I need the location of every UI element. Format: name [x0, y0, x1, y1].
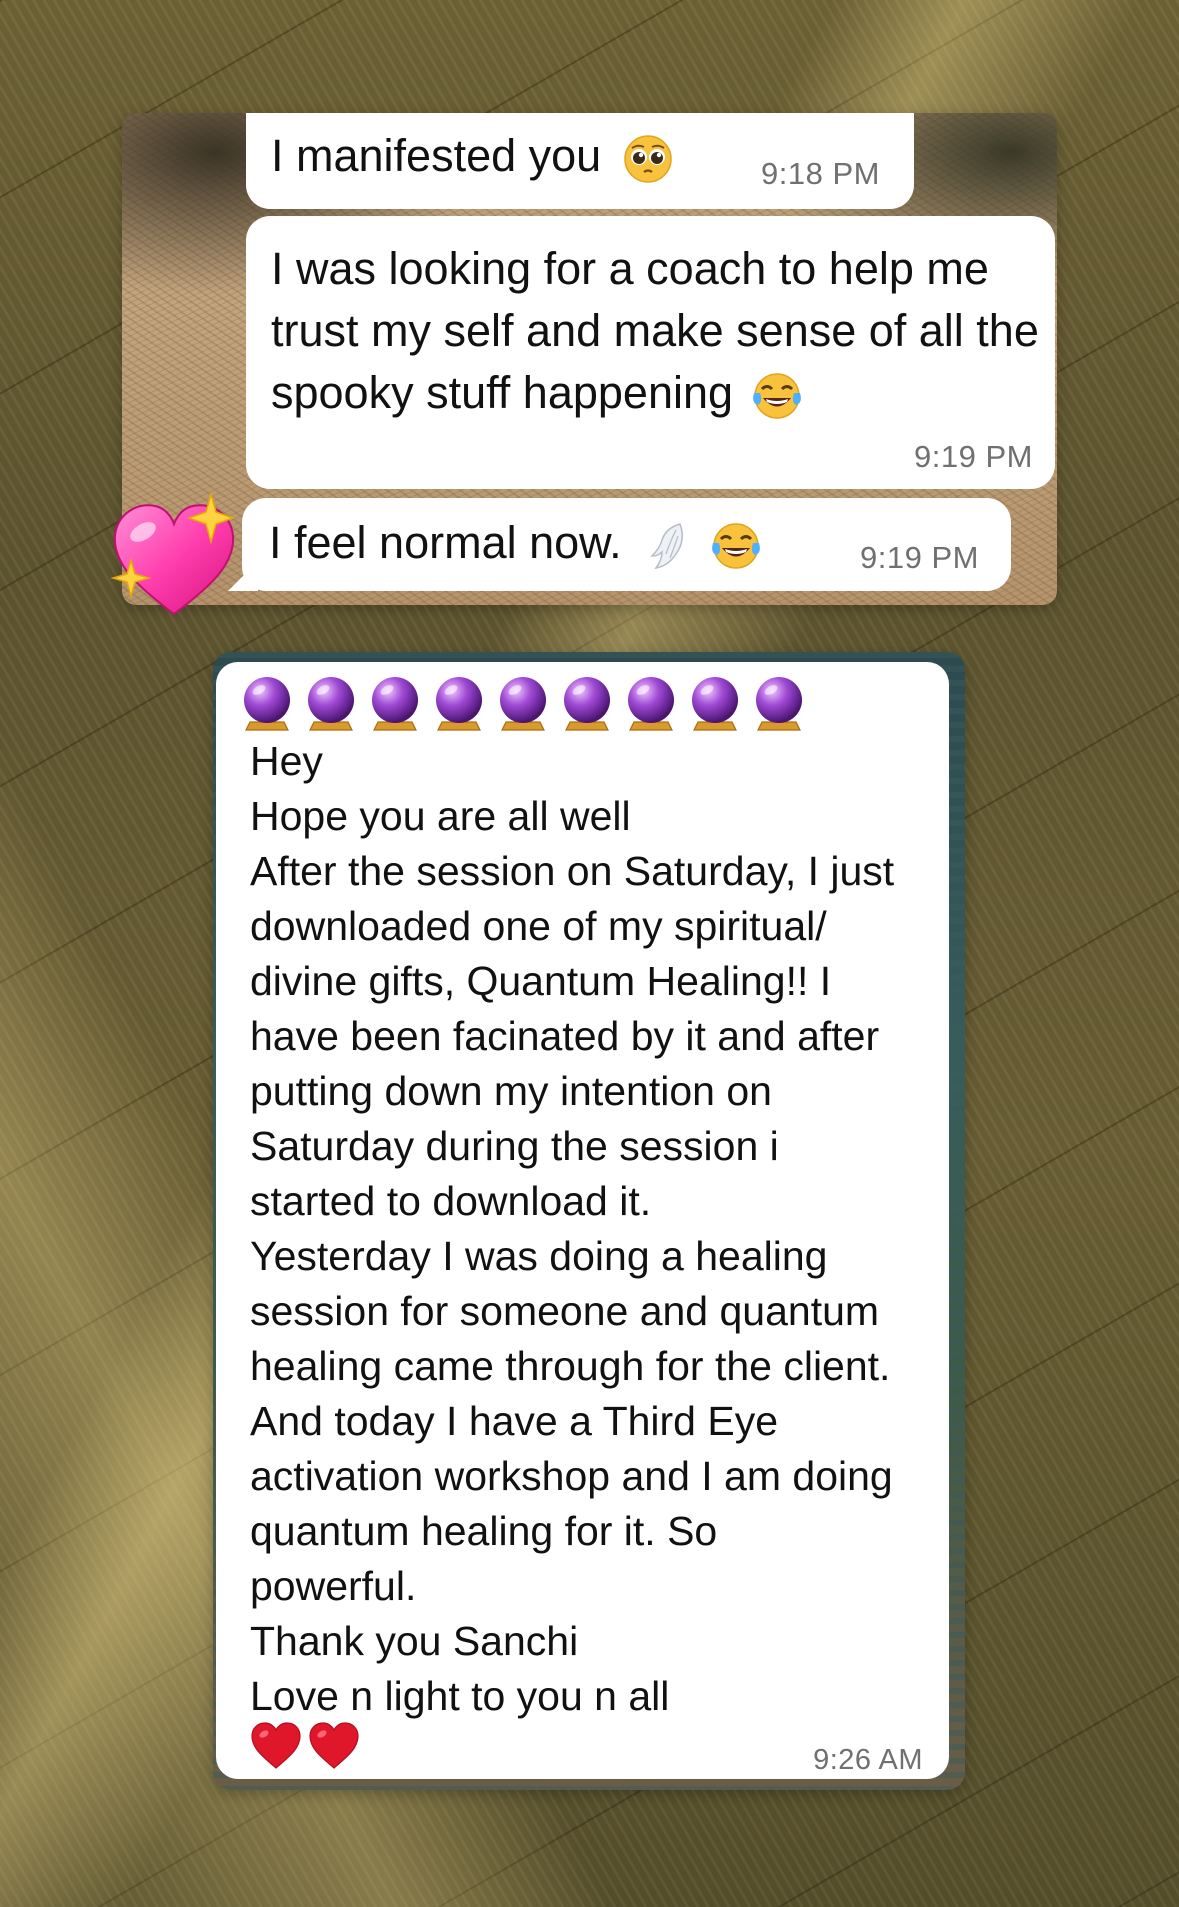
red-heart-icon — [250, 1722, 302, 1775]
message-line: Thank you Sanchi — [250, 1618, 579, 1664]
message-bubble-testimonial[interactable]: Hey Hope you are all well After the sessio… — [216, 662, 949, 1779]
wing-icon — [648, 520, 688, 572]
crystal-ball-icon — [620, 672, 682, 734]
message-bubble-manifested[interactable]: I manifested you 9:18 PM — [246, 113, 914, 209]
message-line: have been facinated by it and after — [250, 1013, 880, 1059]
crystal-ball-icon — [748, 672, 810, 734]
message-line: Hope you are all well — [250, 793, 631, 839]
message-timestamp: 9:18 PM — [761, 156, 880, 191]
message-body: Hey Hope you are all well After the sessio… — [250, 734, 930, 1724]
message-timestamp: 9:19 PM — [914, 439, 1033, 474]
message-text-row: I feel normal now. — [269, 518, 763, 573]
message-line: started to download it. — [250, 1178, 652, 1224]
message-text-row: I was looking for a coach to help me tru… — [271, 238, 1041, 424]
message-text: I was looking for a coach to help me tru… — [271, 243, 1039, 418]
red-heart-icon — [308, 1722, 360, 1775]
message-line: And today I have a Third Eye — [250, 1398, 779, 1444]
message-line: putting down my intention on — [250, 1068, 772, 1114]
tears-of-joy-icon — [709, 519, 763, 573]
message-timestamp: 9:19 PM — [860, 540, 979, 575]
message-bubble-coach[interactable]: I was looking for a coach to help me tru… — [246, 216, 1055, 489]
sparkling-heart-icon — [107, 491, 241, 626]
heart-emoji-row — [250, 1722, 360, 1775]
message-bubble-normal[interactable]: I feel normal now. 9:19 PM — [228, 498, 1011, 591]
tears-of-joy-icon — [750, 369, 804, 423]
crystal-ball-icon — [364, 672, 426, 734]
message-timestamp: 9:26 AM — [813, 1744, 923, 1776]
message-text: I manifested you — [271, 130, 602, 181]
message-text: I feel normal now. — [269, 517, 622, 568]
message-text-row: I manifested you — [271, 131, 674, 185]
bottom-chat-screenshot: Hey Hope you are all well After the sessio… — [213, 652, 965, 1790]
message-line: powerful. — [250, 1563, 417, 1609]
crystal-ball-icon — [492, 672, 554, 734]
crystal-ball-icon — [428, 672, 490, 734]
message-line: Yesterday I was doing a healing — [250, 1233, 828, 1279]
message-line: Saturday during the session i — [250, 1123, 779, 1169]
message-line: quantum healing for it. So — [250, 1508, 718, 1554]
top-chat-screenshot: I manifested you 9:18 PM I was looking f… — [122, 113, 1057, 605]
sender-row — [236, 672, 936, 734]
crystal-ball-icon — [556, 672, 618, 734]
crystal-ball-icon — [300, 672, 362, 734]
message-line: downloaded one of my spiritual/ — [250, 903, 827, 949]
crystal-ball-icon — [236, 672, 298, 734]
message-line: healing came through for the client. — [250, 1343, 891, 1389]
pleading-face-icon — [622, 133, 674, 185]
crystal-ball-icon — [684, 672, 746, 734]
message-line: divine gifts, Quantum Healing!! I — [250, 958, 832, 1004]
message-line: Hey — [250, 738, 323, 784]
message-line: After the session on Saturday, I just — [250, 848, 895, 894]
message-line: Love n light to you n all — [250, 1673, 670, 1719]
message-line: session for someone and quantum — [250, 1288, 880, 1334]
crystal-ball-row — [236, 672, 810, 734]
message-line: activation workshop and I am doing — [250, 1453, 893, 1499]
